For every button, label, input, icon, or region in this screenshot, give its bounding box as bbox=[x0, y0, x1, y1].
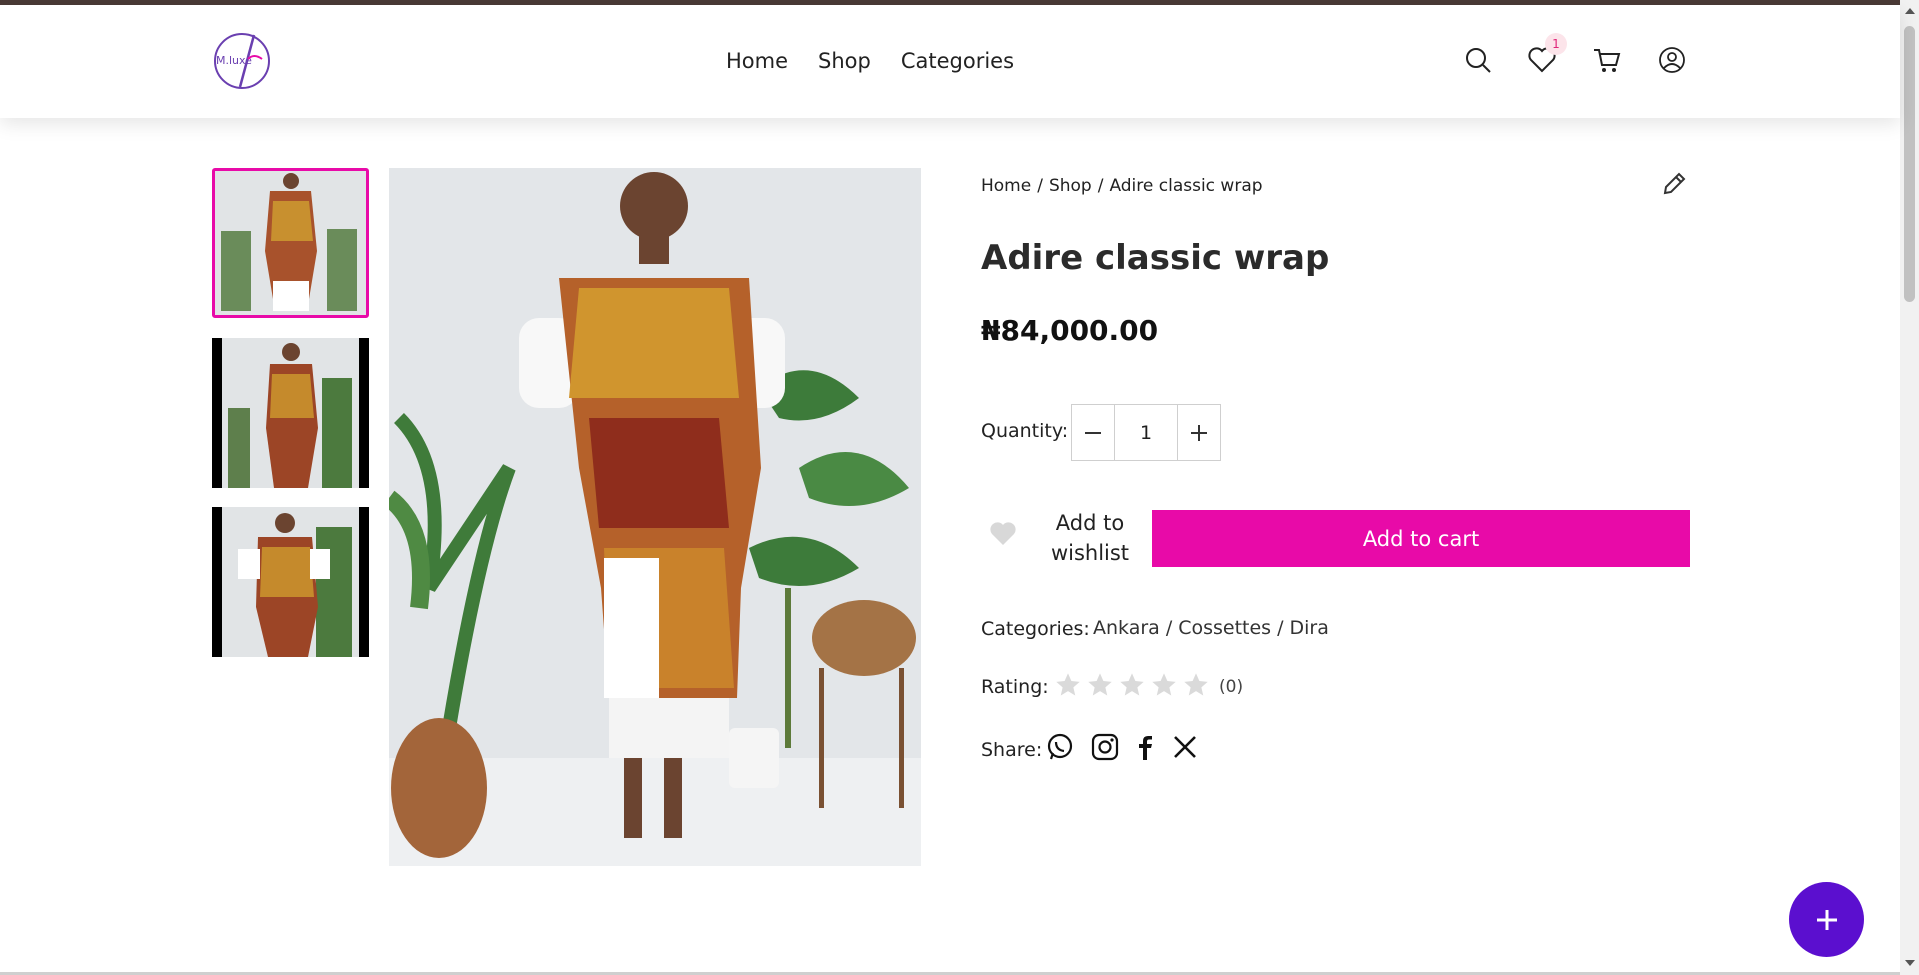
quantity-decrease-button[interactable] bbox=[1072, 405, 1114, 460]
nav-categories[interactable]: Categories bbox=[901, 49, 1014, 73]
add-to-cart-button[interactable]: Add to cart bbox=[1152, 510, 1690, 567]
quantity-stepper: 1 bbox=[1071, 404, 1221, 461]
breadcrumb: Home / Shop / Adire classic wrap bbox=[981, 176, 1263, 196]
category-link[interactable]: Ankara bbox=[1093, 617, 1160, 639]
wishlist-heart-icon[interactable] bbox=[988, 520, 1018, 550]
instagram-icon[interactable] bbox=[1090, 732, 1120, 762]
scroll-up-arrow-icon[interactable] bbox=[1905, 8, 1915, 14]
wishlist-count-badge: 1 bbox=[1545, 33, 1567, 55]
facebook-icon[interactable] bbox=[1130, 732, 1160, 762]
star-icon bbox=[1088, 673, 1112, 696]
logo-text: M.luxe bbox=[216, 54, 252, 67]
brand-logo[interactable]: M.luxe bbox=[210, 29, 274, 93]
star-icon bbox=[1152, 673, 1176, 696]
product-thumbnail-2[interactable] bbox=[212, 338, 369, 488]
x-icon[interactable] bbox=[1170, 732, 1200, 762]
categories-list: Ankara / Cossettes / Dira bbox=[1093, 617, 1329, 639]
nav-home[interactable]: Home bbox=[726, 49, 788, 73]
breadcrumb-home[interactable]: Home bbox=[981, 176, 1031, 196]
categories-label: Categories: bbox=[981, 618, 1090, 640]
category-link[interactable]: Dira bbox=[1290, 617, 1329, 639]
quantity-increase-button[interactable] bbox=[1178, 405, 1220, 460]
quantity-label: Quantity: bbox=[981, 420, 1069, 442]
breadcrumb-separator: / bbox=[1097, 176, 1104, 196]
rating-count: (0) bbox=[1219, 677, 1244, 697]
plus-icon bbox=[1191, 424, 1207, 441]
product-thumbnail-1[interactable] bbox=[212, 168, 369, 318]
main-nav: Home Shop Categories bbox=[726, 49, 1014, 73]
nav-shop[interactable]: Shop bbox=[818, 49, 871, 73]
share-label: Share: bbox=[981, 739, 1043, 761]
product-main-image[interactable] bbox=[389, 168, 921, 866]
scrollbar-thumb[interactable] bbox=[1904, 26, 1915, 302]
product-thumbnail-3[interactable] bbox=[212, 507, 369, 657]
category-separator: / bbox=[1277, 617, 1284, 639]
plus-icon bbox=[1816, 909, 1837, 930]
site-header: M.luxe Home Shop Categories 1 bbox=[0, 5, 1900, 118]
whatsapp-icon[interactable] bbox=[1045, 732, 1075, 762]
page-scrollbar[interactable] bbox=[1900, 0, 1919, 975]
quantity-input[interactable]: 1 bbox=[1114, 405, 1178, 460]
add-to-wishlist-button[interactable]: Add to wishlist bbox=[1040, 508, 1140, 568]
account-icon[interactable] bbox=[1655, 43, 1689, 77]
minus-icon bbox=[1085, 431, 1101, 434]
search-icon[interactable] bbox=[1461, 43, 1495, 77]
breadcrumb-current: Adire classic wrap bbox=[1109, 176, 1263, 196]
scroll-down-arrow-icon[interactable] bbox=[1905, 960, 1915, 966]
star-icon bbox=[1056, 673, 1080, 696]
rating-label: Rating: bbox=[981, 676, 1049, 698]
cart-icon[interactable] bbox=[1590, 43, 1624, 77]
category-link[interactable]: Cossettes bbox=[1178, 617, 1271, 639]
edit-pencil-icon[interactable] bbox=[1660, 170, 1688, 198]
product-price: ₦84,000.00 bbox=[981, 314, 1159, 347]
wishlist-icon[interactable]: 1 bbox=[1525, 33, 1567, 77]
breadcrumb-separator: / bbox=[1037, 176, 1043, 196]
star-icon bbox=[1184, 673, 1208, 696]
star-icon bbox=[1120, 673, 1144, 696]
breadcrumb-shop[interactable]: Shop bbox=[1049, 176, 1092, 196]
product-title: Adire classic wrap bbox=[981, 238, 1330, 278]
category-separator: / bbox=[1165, 617, 1173, 639]
floating-add-button[interactable] bbox=[1789, 882, 1864, 957]
rating-stars bbox=[1054, 671, 1210, 699]
